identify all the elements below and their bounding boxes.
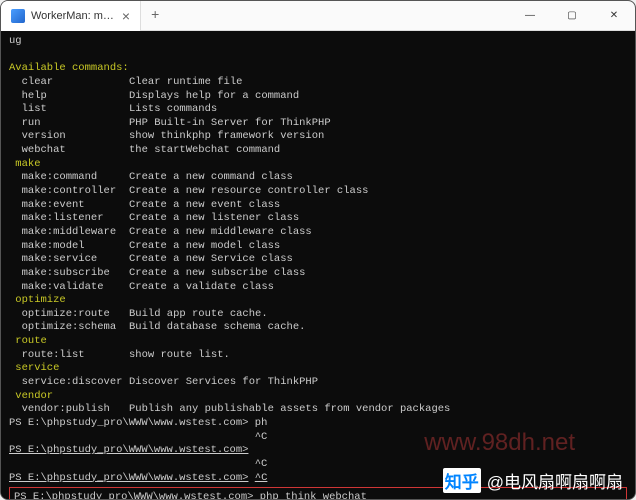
group-header: route <box>9 335 627 349</box>
close-icon[interactable]: × <box>122 9 130 23</box>
section-available-commands: Available commands: <box>9 62 129 74</box>
list-item: service:discoverDiscover Services for Th… <box>9 376 627 390</box>
list-item: make:middlewareCreate a new middleware c… <box>9 226 627 240</box>
maximize-button[interactable]: ▢ <box>551 1 593 31</box>
terminal-content[interactable]: ug Available commands: clearClear runtim… <box>1 31 635 499</box>
minimize-button[interactable]: — <box>509 1 551 31</box>
list-item: make:modelCreate a new model class <box>9 240 627 254</box>
cmd-input-2: php think webchat <box>260 491 367 500</box>
list-item: make:subscribeCreate a new subscribe cla… <box>9 267 627 281</box>
prompt-4: PS E:\phpstudy_pro\WWW\www.wstest.com> <box>14 491 253 500</box>
workerman-output-box: PS E:\phpstudy_pro\WWW\www.wstest.com> p… <box>9 487 627 500</box>
list-item: listLists commands <box>9 103 627 117</box>
list-item: make:listenerCreate a new listener class <box>9 212 627 226</box>
list-item: make:controllerCreate a new resource con… <box>9 185 627 199</box>
list-item: helpDisplays help for a command <box>9 90 627 104</box>
list-item: optimize:schemaBuild database schema cac… <box>9 321 627 335</box>
list-item: make:eventCreate a new event class <box>9 199 627 213</box>
window-controls: — ▢ ✕ <box>509 1 635 31</box>
command-groups: make make:commandCreate a new command cl… <box>9 158 627 417</box>
terminal-window: WorkerMan: master process · × + — ▢ ✕ ug… <box>0 0 636 500</box>
group-header: optimize <box>9 294 627 308</box>
powershell-icon <box>11 9 25 23</box>
list-item: versionshow thinkphp framework version <box>9 130 627 144</box>
preamble-line: ug <box>9 35 22 47</box>
list-item: make:validateCreate a validate class <box>9 281 627 295</box>
list-item: runPHP Built-in Server for ThinkPHP <box>9 117 627 131</box>
ctrlc-1: ^C <box>255 431 268 443</box>
group-header: service <box>9 362 627 376</box>
cmd-input-1: ph <box>255 417 268 429</box>
ctrlc-2: ^C <box>255 458 268 470</box>
list-item: clearClear runtime file <box>9 76 627 90</box>
group-header: make <box>9 158 627 172</box>
add-tab-button[interactable]: + <box>141 8 169 24</box>
prompt-2: PS E:\phpstudy_pro\WWW\www.wstest.com> <box>9 444 248 456</box>
global-commands-list: clearClear runtime file helpDisplays hel… <box>9 76 627 158</box>
prompt-3: PS E:\phpstudy_pro\WWW\www.wstest.com> <box>9 472 248 484</box>
prompt-1: PS E:\phpstudy_pro\WWW\www.wstest.com> <box>9 417 248 429</box>
list-item: make:commandCreate a new command class <box>9 171 627 185</box>
ctrlc-3: ^C <box>255 472 268 484</box>
titlebar: WorkerMan: master process · × + — ▢ ✕ <box>1 1 635 31</box>
tab-title: WorkerMan: master process · <box>31 10 116 22</box>
list-item: webchatthe startWebchat command <box>9 144 627 158</box>
list-item: make:serviceCreate a new Service class <box>9 253 627 267</box>
group-header: vendor <box>9 390 627 404</box>
list-item: optimize:routeBuild app route cache. <box>9 308 627 322</box>
list-item: route:listshow route list. <box>9 349 627 363</box>
list-item: vendor:publishPublish any publishable as… <box>9 403 627 417</box>
close-button[interactable]: ✕ <box>593 1 635 31</box>
tab-active[interactable]: WorkerMan: master process · × <box>1 1 141 31</box>
